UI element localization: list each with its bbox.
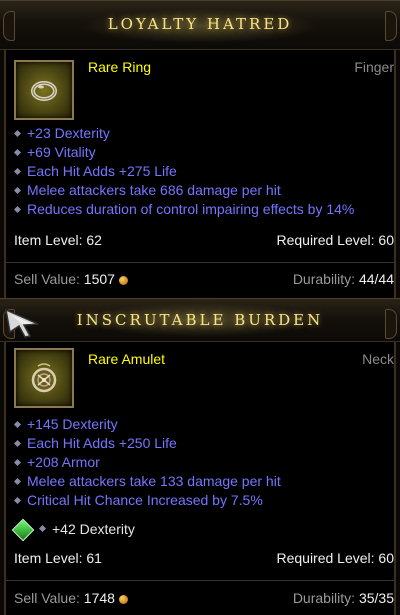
gold-coin-icon <box>118 275 128 285</box>
bullet-icon <box>13 167 22 175</box>
affix-line: Reduces duration of control impairing ef… <box>12 200 354 219</box>
durability-label: Durability: <box>292 590 356 606</box>
sell-value: 1748 <box>83 590 115 606</box>
divider <box>6 580 394 581</box>
durability: 44/44 <box>358 271 394 287</box>
socket-bonus: +42 Dexterity <box>52 521 135 537</box>
item-title: LOYALTY HATRED <box>107 15 293 33</box>
item-slot: Neck <box>362 351 394 367</box>
bullet-icon <box>13 496 22 504</box>
item-level-label: Item Level: <box>14 232 83 248</box>
item-tooltip-ring: LOYALTY HATRED Rare Ring Finger +23 Dext… <box>0 0 400 298</box>
affix-line: Each Hit Adds +275 Life <box>12 162 354 181</box>
bullet-icon <box>13 148 22 156</box>
affix-line: Melee attackers take 686 damage per hit <box>12 181 354 200</box>
affix-line: Critical Hit Chance Increased by 7.5% <box>12 491 281 510</box>
required-level-label: Required Level: <box>276 232 375 248</box>
level-row: Item Level: 62 Required Level: 60 <box>14 230 394 250</box>
durability: 35/35 <box>358 590 394 606</box>
affix-line: +23 Dexterity <box>12 124 354 143</box>
item-level: 62 <box>86 232 102 248</box>
durability-label: Durability: <box>292 271 356 287</box>
item-tooltip-amulet: INSCRUTABLE BURDEN Rare Amulet Neck +145… <box>0 298 400 615</box>
bullet-icon <box>38 524 47 533</box>
required-level: 60 <box>378 232 394 248</box>
affix-line: +69 Vitality <box>12 143 354 162</box>
sell-value-label: Sell Value: <box>14 590 80 606</box>
sell-row: Sell Value: 1748 Durability: 35/35 <box>14 588 394 608</box>
item-type: Rare Amulet <box>88 351 166 367</box>
bullet-icon <box>13 458 22 466</box>
required-level-label: Required Level: <box>276 550 375 566</box>
affix-line: +145 Dexterity <box>12 415 281 434</box>
item-type: Rare Ring <box>88 59 152 75</box>
ring-icon <box>14 60 74 120</box>
sell-value: 1507 <box>83 271 115 287</box>
item-level-label: Item Level: <box>14 550 83 566</box>
affix-list: +23 Dexterity +69 Vitality Each Hit Adds… <box>12 124 354 219</box>
item-title: INSCRUTABLE BURDEN <box>76 311 324 329</box>
sell-row: Sell Value: 1507 Durability: 44/44 <box>14 269 394 289</box>
item-level: 61 <box>86 550 102 566</box>
bullet-icon <box>13 420 22 428</box>
emerald-gem-icon <box>11 518 35 541</box>
item-slot: Finger <box>354 59 394 75</box>
tooltip-title-bar: INSCRUTABLE BURDEN <box>0 298 400 342</box>
affix-list: +145 Dexterity Each Hit Adds +250 Life +… <box>12 415 281 510</box>
socket-row: +42 Dexterity <box>11 518 135 541</box>
sell-value-label: Sell Value: <box>14 271 80 287</box>
divider <box>6 262 394 263</box>
required-level: 60 <box>378 550 394 566</box>
affix-line: Each Hit Adds +250 Life <box>12 434 281 453</box>
tooltip-title-bar: LOYALTY HATRED <box>0 0 400 50</box>
cursor-arrow-icon <box>5 308 39 338</box>
bullet-icon <box>13 439 22 447</box>
affix-line: +208 Armor <box>12 453 281 472</box>
bullet-icon <box>13 186 22 194</box>
bullet-icon <box>13 477 22 485</box>
amulet-icon <box>14 348 74 408</box>
gold-coin-icon <box>118 594 128 604</box>
bullet-icon <box>13 205 22 213</box>
level-row: Item Level: 61 Required Level: 60 <box>14 548 394 568</box>
affix-line: Melee attackers take 133 damage per hit <box>12 472 281 491</box>
bullet-icon <box>13 129 22 137</box>
